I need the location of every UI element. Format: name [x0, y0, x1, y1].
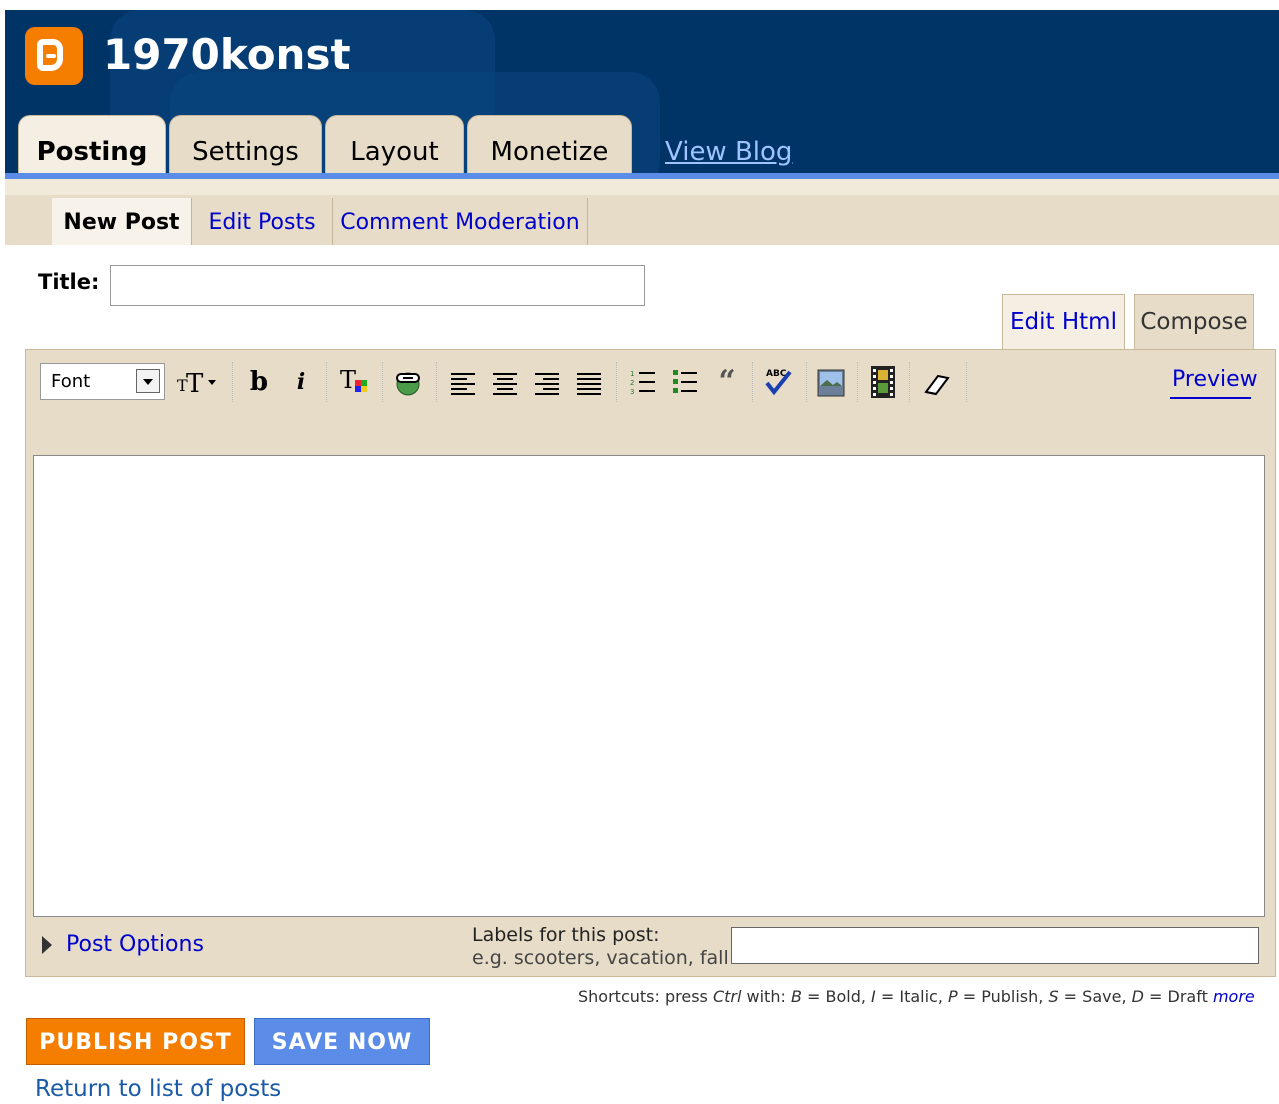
tab-layout-label[interactable]: Layout — [350, 137, 438, 167]
svg-text:T: T — [186, 369, 204, 399]
tab-posting[interactable]: Posting — [18, 115, 166, 178]
shortcut-i-desc: = Italic, — [875, 987, 948, 1006]
shortcut-b-desc: = Bold, — [801, 987, 872, 1006]
tab-compose[interactable]: Compose — [1134, 294, 1254, 350]
shortcuts-prefix: Shortcuts: press — [578, 987, 713, 1006]
font-select-value: Font — [51, 371, 91, 392]
tab-monetize[interactable]: Monetize — [467, 115, 632, 178]
subnav-new-post[interactable]: New Post — [52, 198, 191, 245]
toolbar-separator — [806, 362, 807, 402]
image-icon[interactable] — [815, 364, 847, 400]
shortcut-d-key: D — [1131, 987, 1144, 1006]
subnav-comment-moderation[interactable]: Comment Moderation — [333, 198, 587, 245]
tab-layout[interactable]: Layout — [325, 115, 464, 178]
subnav-edit-posts-label[interactable]: Edit Posts — [208, 210, 315, 235]
video-icon[interactable] — [867, 364, 899, 400]
subnav-edit-posts[interactable]: Edit Posts — [192, 198, 332, 245]
toolbar-separator — [326, 362, 327, 402]
shortcuts-hint: Shortcuts: press Ctrl with: B = Bold, I … — [578, 987, 1255, 1006]
preview-link[interactable]: Preview — [1172, 367, 1258, 392]
shortcuts-more-link[interactable]: more — [1213, 987, 1255, 1006]
shortcut-s-desc: = Save, — [1058, 987, 1132, 1006]
shortcut-b-key: B — [790, 987, 802, 1006]
toolbar-separator — [857, 362, 858, 402]
blog-name: 1970konst — [103, 30, 351, 79]
font-size-icon[interactable]: TT — [175, 364, 221, 400]
tab-posting-label: Posting — [36, 137, 148, 167]
subnav-comment-moderation-label[interactable]: Comment Moderation — [340, 210, 579, 235]
svg-text:2: 2 — [630, 379, 634, 387]
shortcut-p-key: P — [948, 987, 958, 1006]
tab-edit-html[interactable]: Edit Html — [1002, 294, 1125, 350]
post-options-link[interactable]: Post Options — [66, 932, 204, 957]
publish-post-button[interactable]: PUBLISH POST — [26, 1018, 245, 1065]
eraser-icon[interactable] — [920, 364, 954, 400]
italic-icon[interactable]: i — [288, 364, 314, 400]
tab-settings[interactable]: Settings — [169, 115, 322, 178]
chevron-down-icon[interactable] — [136, 369, 160, 393]
shortcut-ctrl: Ctrl — [712, 987, 742, 1006]
tab-monetize-label[interactable]: Monetize — [491, 137, 609, 167]
title-input[interactable] — [110, 265, 645, 306]
spellcheck-icon[interactable]: ABC — [762, 364, 796, 400]
toolbar-separator — [752, 362, 753, 402]
toolbar-separator — [909, 362, 910, 402]
preview-underline — [1170, 397, 1251, 399]
numbered-list-icon[interactable]: 123 — [628, 364, 658, 400]
align-right-icon[interactable] — [532, 364, 562, 400]
svg-text:1: 1 — [630, 370, 634, 378]
expand-triangle-icon[interactable] — [42, 936, 52, 954]
subnav-divider — [587, 198, 588, 245]
toolbar-separator — [232, 362, 233, 402]
toolbar-separator — [966, 362, 967, 402]
shortcut-d-desc: = Draft — [1143, 987, 1213, 1006]
title-label: Title: — [38, 270, 100, 294]
toolbar-separator — [616, 362, 617, 402]
labels-example: e.g. scooters, vacation, fall — [472, 947, 729, 969]
align-left-icon[interactable] — [448, 364, 478, 400]
shortcut-p-desc: = Publish, — [957, 987, 1049, 1006]
bold-icon[interactable]: b — [244, 364, 274, 400]
tab-edit-html-label[interactable]: Edit Html — [1010, 309, 1117, 335]
blogger-logo-icon[interactable] — [25, 27, 83, 85]
svg-text:3: 3 — [630, 388, 634, 396]
post-body-editor[interactable] — [33, 455, 1265, 917]
text-color-icon[interactable]: T — [338, 364, 374, 400]
toolbar-separator — [382, 362, 383, 402]
align-center-icon[interactable] — [490, 364, 520, 400]
labels-title: Labels for this post: — [472, 924, 660, 946]
svg-text:T: T — [340, 366, 356, 394]
view-blog-link[interactable]: View Blog — [665, 137, 792, 167]
shortcut-s-key: S — [1048, 987, 1059, 1006]
justify-icon[interactable] — [574, 364, 604, 400]
labels-input[interactable] — [731, 927, 1259, 964]
tab-compose-label: Compose — [1140, 309, 1248, 335]
return-to-posts-link[interactable]: Return to list of posts — [35, 1076, 281, 1102]
blockquote-icon[interactable]: “ — [712, 364, 742, 400]
save-now-button[interactable]: SAVE NOW — [254, 1018, 430, 1065]
shortcuts-with: with: — [741, 987, 791, 1006]
font-select[interactable]: Font — [40, 363, 165, 400]
tab-settings-label[interactable]: Settings — [192, 137, 299, 167]
toolbar-separator — [436, 362, 437, 402]
link-icon[interactable] — [392, 364, 424, 400]
bulleted-list-icon[interactable] — [670, 364, 700, 400]
